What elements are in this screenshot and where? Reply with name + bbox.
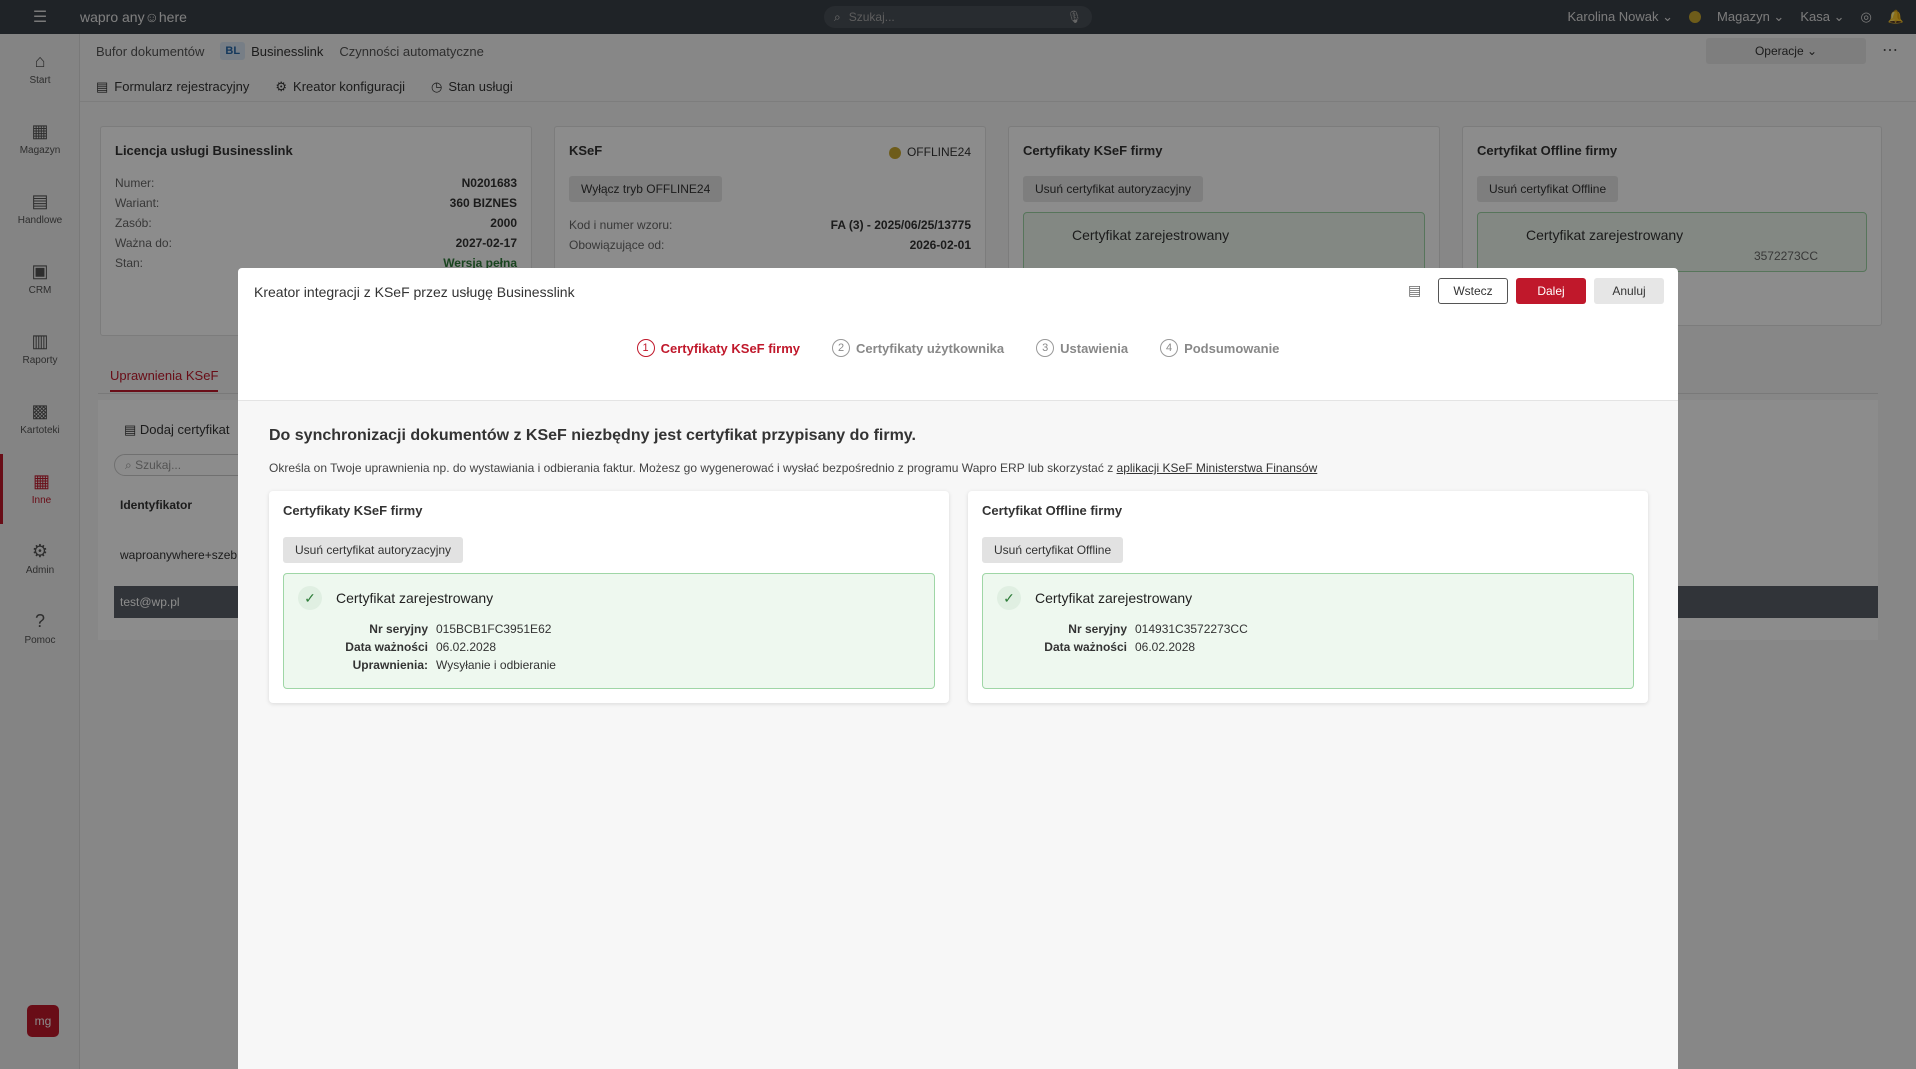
cert-details: Nr seryjny 015BCB1FC3951E62 Data ważności…: [284, 622, 936, 676]
check-icon: ✓: [997, 586, 1021, 610]
next-button[interactable]: Dalej: [1516, 278, 1586, 304]
step-label: Certyfikaty KSeF firmy: [660, 340, 801, 356]
remove-offline-cert-button[interactable]: Usuń certyfikat Offline: [982, 537, 1124, 563]
step-label: Ustawienia: [1060, 340, 1129, 356]
detail-value: 014931C3572273CC: [1135, 622, 1248, 636]
step-number: 2: [832, 339, 851, 357]
detail-row: Uprawnienia: Wysyłanie i odbieranie: [284, 658, 936, 672]
detail-row: Nr seryjny 014931C3572273CC: [983, 622, 1635, 636]
cert-status-box: ✓ Certyfikat zarejestrowany Nr seryjny 01…: [283, 573, 935, 689]
step-1[interactable]: 1 Certyfikaty KSeF firmy: [636, 334, 801, 362]
offline-cert-card: Certyfikat Offline firmy Usuń certyfikat…: [968, 491, 1648, 703]
cert-status-box: ✓ Certyfikat zarejestrowany Nr seryjny 01…: [982, 573, 1634, 689]
detail-key: Data ważności: [1044, 640, 1127, 654]
detail-key: Nr seryjny: [1068, 622, 1127, 636]
section-description: Określa on Twoje uprawnienia np. do wyst…: [269, 461, 1317, 475]
step-2[interactable]: 2 Certyfikaty użytkownika: [832, 334, 1004, 362]
company-cert-card: Certyfikaty KSeF firmy Usuń certyfikat a…: [269, 491, 949, 703]
step-label: Certyfikaty użytkownika: [856, 340, 1005, 356]
help-book-icon[interactable]: ▤: [1408, 282, 1421, 299]
dialog-body: Do synchronizacji dokumentów z KSeF niez…: [238, 401, 1678, 1069]
step-number: 4: [1160, 339, 1179, 357]
detail-key: Data ważności: [345, 640, 428, 654]
dialog-title: Kreator integracji z KSeF przez usługę B…: [254, 284, 575, 300]
description-text: Określa on Twoje uprawnienia np. do wyst…: [269, 461, 1117, 475]
detail-row: Nr seryjny 015BCB1FC3951E62: [284, 622, 936, 636]
detail-key: Nr seryjny: [369, 622, 428, 636]
detail-value: 06.02.2028: [436, 640, 497, 654]
remove-auth-cert-button[interactable]: Usuń certyfikat autoryzacyjny: [283, 537, 464, 563]
app: ☰ wapro any☺here ⌕ Szukaj... 🎙 Karolina …: [0, 0, 1916, 1069]
step-3[interactable]: 3 Ustawienia: [1036, 334, 1128, 362]
card-title: Certyfikaty KSeF firmy: [283, 503, 423, 518]
wizard-dialog: Kreator integracji z KSeF przez usługę B…: [238, 268, 1678, 1069]
step-number: 3: [1036, 339, 1055, 357]
detail-value: Wysyłanie i odbieranie: [436, 658, 556, 672]
detail-key: Uprawnienia:: [352, 658, 428, 672]
ministry-app-link[interactable]: aplikacji KSeF Ministerstwa Finansów: [1117, 461, 1318, 475]
step-label: Podsumowanie: [1184, 340, 1280, 356]
wizard-steps: 1 Certyfikaty KSeF firmy 2 Certyfikaty uży…: [238, 334, 1678, 362]
step-4[interactable]: 4 Podsumowanie: [1160, 334, 1279, 362]
card-title: Certyfikat Offline firmy: [982, 503, 1123, 518]
cert-status: Certyfikat zarejestrowany: [1035, 590, 1193, 606]
back-button[interactable]: Wstecz: [1438, 278, 1508, 304]
detail-value: 015BCB1FC3951E62: [436, 622, 552, 636]
check-icon: ✓: [298, 586, 322, 610]
step-number: 1: [636, 339, 655, 357]
cert-details: Nr seryjny 014931C3572273CC Data ważności…: [983, 622, 1635, 658]
cert-status: Certyfikat zarejestrowany: [336, 590, 494, 606]
detail-row: Data ważności 06.02.2028: [983, 640, 1635, 654]
cancel-button[interactable]: Anuluj: [1594, 278, 1664, 304]
detail-row: Data ważności 06.02.2028: [284, 640, 936, 654]
section-heading: Do synchronizacji dokumentów z KSeF niez…: [269, 427, 916, 444]
detail-value: 06.02.2028: [1135, 640, 1196, 654]
